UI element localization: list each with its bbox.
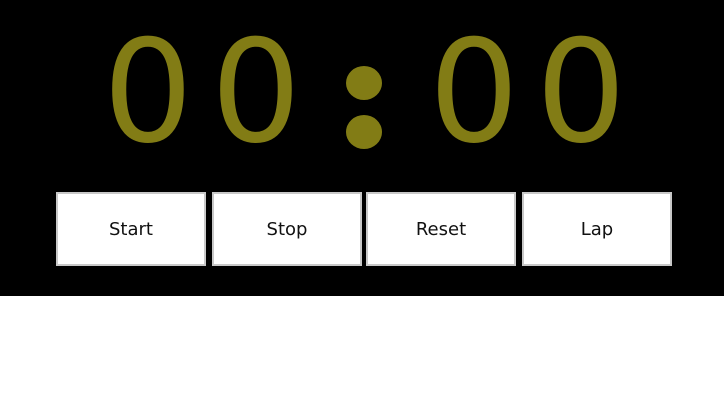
minutes-ones-digit: 0 xyxy=(210,10,302,175)
lap-list-area xyxy=(0,296,724,416)
seconds-tens-digit: 0 xyxy=(428,10,520,175)
separator-bottom-dot xyxy=(346,115,382,149)
reset-button[interactable]: Reset xyxy=(366,192,516,266)
seconds-ones-digit: 0 xyxy=(535,10,627,175)
stopwatch-panel: 0 0 0 0 Start Stop Reset Lap xyxy=(0,0,724,296)
start-button[interactable]: Start xyxy=(56,192,206,266)
stop-button[interactable]: Stop xyxy=(212,192,362,266)
lap-button[interactable]: Lap xyxy=(522,192,672,266)
separator-top-dot xyxy=(346,66,382,100)
minutes-tens-digit: 0 xyxy=(102,10,194,175)
controls-row: Start Stop Reset Lap xyxy=(56,192,672,266)
time-display: 0 0 0 0 xyxy=(0,18,724,168)
